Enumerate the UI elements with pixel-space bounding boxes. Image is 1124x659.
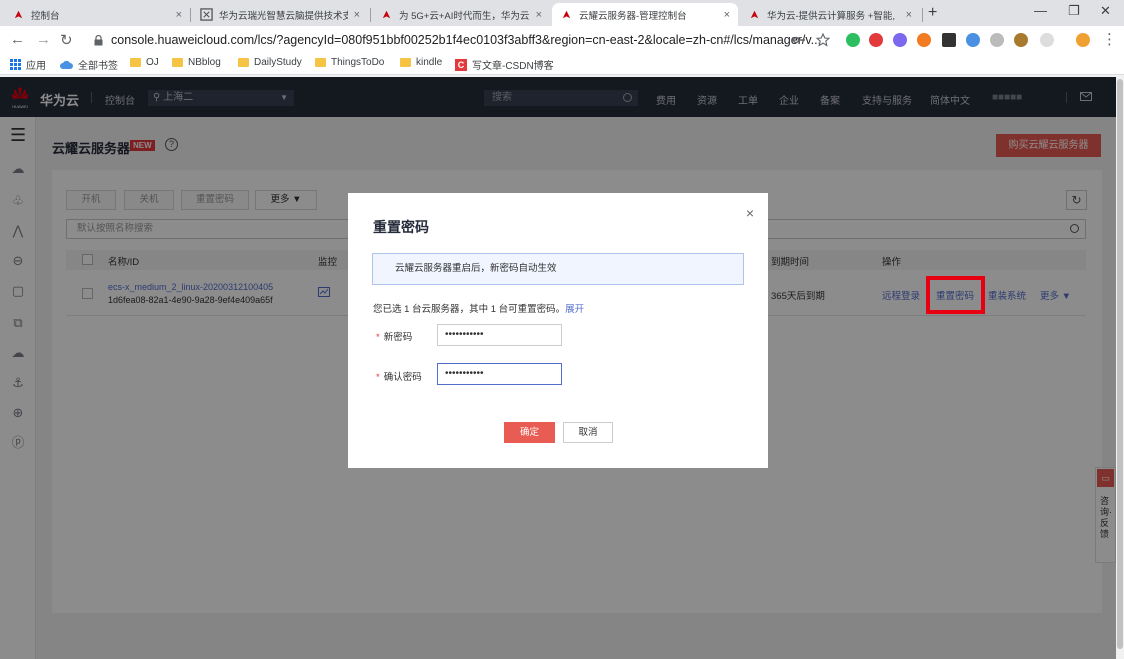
bookmark-label: 写文章-CSDN博客: [472, 61, 554, 72]
bookmark-label: DailyStudy: [254, 57, 302, 68]
browser-tab-active[interactable]: 云耀云服务器-管理控制台 ×: [552, 3, 738, 26]
browser-tab-bar: 控制台 × 华为云瑞光智慧云脑提供技术支持 × 为 5G+云+AI时代而生，华为…: [0, 0, 1124, 26]
confirm-button[interactable]: 确定: [504, 422, 555, 443]
required-mark: *: [376, 332, 380, 343]
bookmark-folder[interactable]: OJ: [130, 57, 159, 68]
extension-icon[interactable]: [893, 33, 907, 47]
huawei-favicon-icon: [382, 10, 391, 19]
label-text: 新密码: [383, 332, 413, 343]
bookmark-folder[interactable]: kindle: [400, 57, 442, 68]
scrollbar-thumb[interactable]: [1117, 79, 1123, 649]
tab-close-icon[interactable]: ×: [536, 9, 542, 21]
minimize-button[interactable]: —: [1034, 3, 1047, 18]
browser-tab[interactable]: 为 5G+云+AI时代而生，华为云 ×: [372, 3, 550, 26]
url-text: console.huaweicloud.com/lcs/?agencyId=08…: [111, 33, 822, 47]
tab-title: 为 5G+云+AI时代而生，华为云: [399, 10, 530, 22]
profile-avatar[interactable]: [1076, 33, 1090, 47]
annotation-highlight-box: [926, 276, 985, 314]
tab-close-icon[interactable]: ×: [906, 9, 912, 21]
required-mark: *: [376, 372, 380, 383]
browser-toolbar: ← → ↻ console.huaweicloud.com/lcs/?agenc…: [0, 26, 1124, 54]
confirm-password-label: * 确认密码: [376, 369, 422, 383]
huawei-favicon-icon: [750, 10, 759, 19]
folder-icon: [238, 58, 249, 67]
close-icon[interactable]: ×: [746, 205, 754, 221]
browser-tab[interactable]: 华为云瑞光智慧云脑提供技术支持 ×: [192, 3, 368, 26]
browser-tab[interactable]: 华为云-提供云计算服务 +智能, ×: [740, 3, 920, 26]
bookmark-star-icon[interactable]: [816, 33, 830, 47]
bookmarks-bar: 应用 全部书签 OJ NBblog DailyStudy ThingsToDo …: [0, 54, 1124, 75]
tab-close-icon[interactable]: ×: [176, 9, 182, 21]
lock-icon: [94, 34, 103, 45]
extension-icon[interactable]: [917, 33, 931, 47]
tab-separator: [370, 8, 371, 22]
browser-tab[interactable]: 控制台 ×: [4, 3, 190, 26]
tab-title: 云耀云服务器-管理控制台: [579, 10, 687, 22]
folder-icon: [130, 58, 141, 67]
tab-close-icon[interactable]: ×: [724, 9, 730, 21]
extension-icon[interactable]: [1014, 33, 1028, 47]
address-bar[interactable]: console.huaweicloud.com/lcs/?agencyId=08…: [84, 29, 844, 51]
bookmark-label: NBblog: [188, 57, 221, 68]
bookmark-folder[interactable]: ThingsToDo: [315, 57, 384, 68]
new-password-label: * 新密码: [376, 329, 412, 343]
confirm-password-field[interactable]: •••••••••••: [437, 363, 562, 385]
selection-info: 您已选 1 台云服务器，其中 1 台可重置密码。展开: [373, 301, 584, 315]
reset-password-dialog: × 重置密码 云耀云服务器重启后，新密码自动生效 您已选 1 台云服务器，其中 …: [348, 193, 768, 468]
bookmark-folder[interactable]: DailyStudy: [238, 57, 302, 68]
huawei-favicon-icon: [562, 10, 571, 19]
selection-text: 您已选 1 台云服务器，其中 1 台可重置密码。: [373, 304, 566, 315]
bookmark-label: 全部书签: [78, 61, 118, 72]
maximize-button[interactable]: ❐: [1068, 3, 1080, 19]
browser-menu-icon[interactable]: ⋮: [1102, 30, 1117, 48]
back-button[interactable]: ←: [10, 31, 25, 48]
evernote-extension-icon[interactable]: [846, 33, 860, 47]
tab-close-icon[interactable]: ×: [354, 9, 360, 21]
page-favicon-icon: [200, 8, 213, 21]
extensions-menu-icon[interactable]: [1040, 33, 1054, 47]
cancel-button[interactable]: 取消: [563, 422, 613, 443]
folder-icon: [315, 58, 326, 67]
info-notice: 云耀云服务器重启后，新密码自动生效: [372, 253, 744, 285]
expand-link[interactable]: 展开: [565, 304, 584, 315]
bookmark-apps[interactable]: 应用: [10, 57, 46, 72]
bookmark-all[interactable]: 全部书签: [60, 57, 118, 72]
key-icon[interactable]: [792, 33, 806, 47]
new-password-field[interactable]: •••••••••••: [437, 324, 562, 346]
new-tab-button[interactable]: +: [928, 4, 937, 22]
huawei-favicon-icon: [14, 10, 23, 19]
bookmark-csdn[interactable]: C 写文章-CSDN博客: [455, 57, 554, 72]
bookmark-folder[interactable]: NBblog: [172, 57, 221, 68]
tab-separator: [190, 8, 191, 22]
adblock-extension-icon[interactable]: [869, 33, 883, 47]
bookmark-label: 应用: [26, 61, 46, 72]
tab-title: 华为云-提供云计算服务 +智能,: [767, 10, 895, 22]
apps-grid-icon: [10, 59, 21, 70]
page-scrollbar[interactable]: [1116, 77, 1124, 659]
bookmark-label: OJ: [146, 57, 159, 68]
tab-separator: [922, 8, 923, 22]
cloud-icon: [60, 60, 73, 69]
reload-button[interactable]: ↻: [60, 31, 73, 49]
extension-icon[interactable]: [942, 33, 956, 47]
extension-icon[interactable]: [966, 33, 980, 47]
close-window-button[interactable]: ✕: [1100, 3, 1111, 19]
csdn-icon: C: [455, 58, 467, 71]
folder-icon: [400, 58, 411, 67]
bookmark-label: kindle: [416, 57, 443, 68]
forward-button[interactable]: →: [36, 31, 51, 48]
extension-icon[interactable]: [990, 33, 1004, 47]
label-text: 确认密码: [383, 372, 422, 383]
dialog-title: 重置密码: [373, 219, 429, 235]
folder-icon: [172, 58, 183, 67]
tab-title: 华为云瑞光智慧云脑提供技术支持: [219, 10, 348, 22]
bookmark-label: ThingsToDo: [331, 57, 385, 68]
tab-title: 控制台: [31, 10, 60, 22]
